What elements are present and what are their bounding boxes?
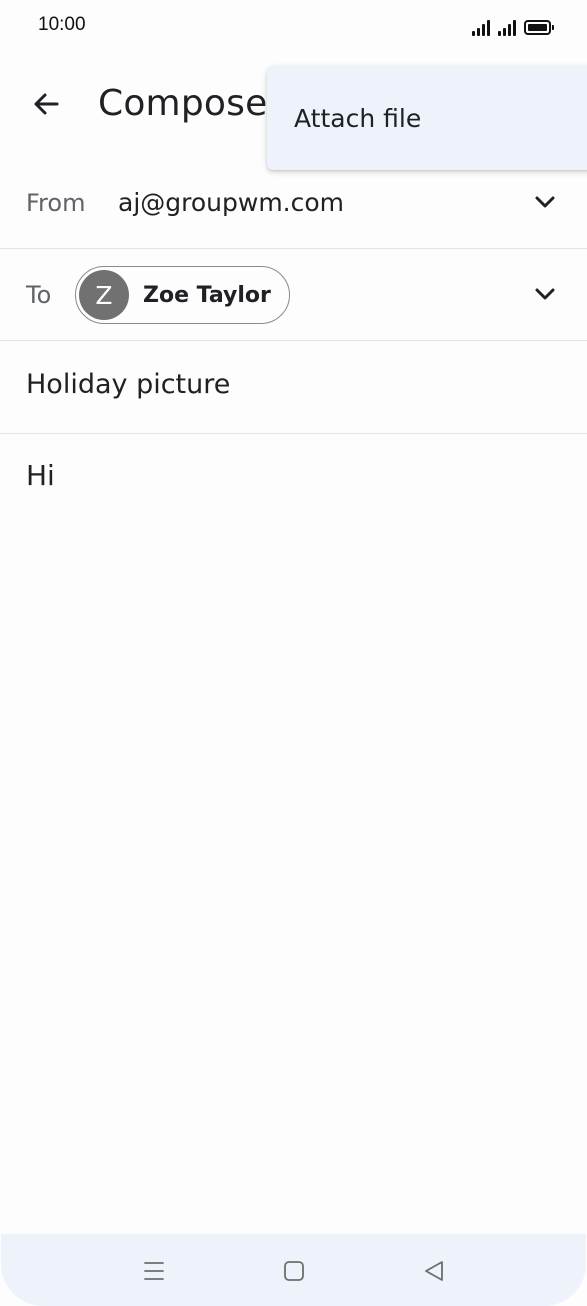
- page-title: Compose: [98, 83, 268, 124]
- chevron-down-icon: [535, 288, 555, 300]
- status-icons: [472, 16, 554, 36]
- arrow-left-icon: [34, 93, 59, 115]
- back-triangle-icon: [425, 1261, 443, 1281]
- menu-item-attach-file[interactable]: Attach file: [267, 66, 587, 170]
- from-value[interactable]: aj@groupwm.com: [118, 188, 344, 217]
- subject-field[interactable]: Holiday picture: [26, 369, 230, 400]
- overflow-menu: Attach file: [267, 66, 587, 170]
- nav-menu-button[interactable]: [139, 1256, 169, 1286]
- signal-icon-2: [498, 18, 516, 36]
- nav-home-button[interactable]: [279, 1256, 309, 1286]
- to-label: To: [26, 281, 52, 309]
- to-expand-button[interactable]: [525, 274, 565, 314]
- avatar: Z: [79, 270, 129, 320]
- recipient-name: Zoe Taylor: [143, 282, 271, 308]
- from-label: From: [26, 189, 86, 217]
- to-row: To Z Zoe Taylor: [0, 249, 587, 341]
- subject-row: Holiday picture: [0, 341, 587, 434]
- battery-icon: [524, 20, 554, 35]
- compose-screen: 10:00 Compose From aj@groupwm.com To Z Z…: [0, 0, 587, 1306]
- home-icon: [284, 1261, 304, 1281]
- recipient-chip[interactable]: Z Zoe Taylor: [75, 266, 290, 324]
- menu-icon: [144, 1262, 164, 1280]
- from-expand-button[interactable]: [525, 182, 565, 222]
- navigation-bar: [1, 1234, 586, 1306]
- status-bar: 10:00: [0, 0, 587, 52]
- back-button[interactable]: [22, 80, 70, 128]
- nav-back-button[interactable]: [419, 1256, 449, 1286]
- status-time: 10:00: [38, 14, 86, 35]
- chevron-down-icon: [535, 196, 555, 208]
- body-field[interactable]: Hi: [26, 459, 55, 492]
- from-row: From aj@groupwm.com: [0, 157, 587, 249]
- signal-icon: [472, 18, 490, 36]
